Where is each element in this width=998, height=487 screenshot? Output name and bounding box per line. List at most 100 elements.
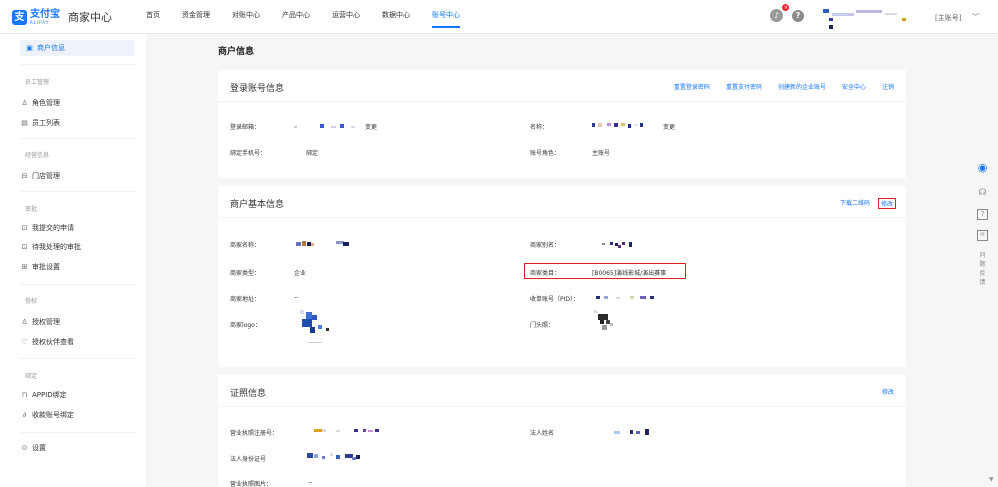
alipay-logo-mark: 支 xyxy=(12,9,27,25)
email-label: 登录邮箱： xyxy=(230,124,261,131)
sidebar-item-approval-settings[interactable]: ⊞ 审批设置 xyxy=(20,259,134,275)
phone-bind-link[interactable]: 绑定 xyxy=(306,148,318,157)
merchant-alias-label: 商家别名： xyxy=(530,242,561,249)
cancel-account-link[interactable]: 注销 xyxy=(882,82,894,91)
card-actions: 修改 xyxy=(866,387,894,396)
phone-label: 绑定手机号： xyxy=(230,150,267,157)
sidebar-item-payee-binding[interactable]: ∂ 收款账号绑定 xyxy=(20,407,134,423)
door-photo-label: 门头照： xyxy=(530,322,555,329)
notification-bell-icon[interactable]: ♪ 9 xyxy=(770,4,789,22)
merchant-basic-info-card: 商户基本信息 下载二维码 修改 商家名称： 商家别名： 商家类型： 企业 商家类… xyxy=(218,186,906,367)
nav-funds[interactable]: 资金管理 xyxy=(182,0,210,34)
sidebar-item-label: 待我处理的审批 xyxy=(32,243,81,251)
merchant-name-label: 商家名称： xyxy=(230,242,261,249)
sidebar-item-stores[interactable]: ⊟ 门店管理 xyxy=(20,168,134,184)
nav-operations[interactable]: 运营中心 xyxy=(332,0,360,34)
card-actions: 重置登录密码 重置支付密码 创建新的企业账号 安全中心 注销 xyxy=(658,82,894,91)
sidebar-item-label: 角色管理 xyxy=(32,99,60,107)
sidebar-item-settings[interactable]: ⊙ 设置 xyxy=(20,440,134,456)
sidebar-group-binding: 绑定 xyxy=(25,373,38,380)
nav-products[interactable]: 产品中心 xyxy=(282,0,310,34)
license-image-value: -- xyxy=(308,479,313,486)
sidebar-item-label: APPID绑定 xyxy=(32,391,67,399)
email-change-link[interactable]: 变更 xyxy=(365,122,377,131)
sidebar-item-roles[interactable]: ♙ 角色管理 xyxy=(20,95,134,111)
sidebar-item-label: 授权伙伴查看 xyxy=(32,338,74,346)
role-value: 主账号 xyxy=(592,150,611,157)
sidebar-item-partners[interactable]: ♡ 授权伙伴查看 xyxy=(20,334,134,350)
sidebar-item-merchant-info[interactable]: ▣ 商户信息 xyxy=(20,40,134,56)
edit-license-link[interactable]: 修改 xyxy=(882,387,894,396)
role-label: 账号角色： xyxy=(530,150,561,157)
merchant-logo-label: 商家logo： xyxy=(230,322,261,329)
card-title: 证照信息 xyxy=(230,389,267,399)
sidebar-group-staff: 员工管理 xyxy=(25,79,50,86)
nav-data[interactable]: 数据中心 xyxy=(382,0,410,34)
reset-login-password-link[interactable]: 重置登录密码 xyxy=(674,82,710,91)
sidebar-group-authorization: 授权 xyxy=(25,298,38,305)
card-header: 商户基本信息 下载二维码 修改 xyxy=(218,186,906,218)
nav-reconcile[interactable]: 对账中心 xyxy=(232,0,260,34)
alipay-logo[interactable]: 支 支付宝 ALIPAY 商家中心 xyxy=(12,9,112,25)
business-reg-number-label: 营业执照注册号： xyxy=(230,430,279,437)
card-header: 证照信息 修改 xyxy=(218,375,906,407)
merchant-type-value: 企业 xyxy=(294,270,307,277)
sidebar-item-label: 商户信息 xyxy=(37,44,65,52)
question-box-icon[interactable]: ? xyxy=(977,209,988,220)
header-icons: ♪ 9 ? xyxy=(770,4,804,22)
sidebar-item-staff-list[interactable]: ▤ 员工列表 xyxy=(20,115,134,131)
edit-basic-info-link[interactable]: 修改 xyxy=(877,198,896,209)
merchant-category-value: [B0065]演线影城/演出赛事 xyxy=(592,270,667,277)
legal-id-number-label: 法人身份证号 xyxy=(230,456,267,463)
logo-en: ALIPAY xyxy=(30,19,50,25)
name-change-link[interactable]: 变更 xyxy=(663,122,675,131)
download-qrcode-link[interactable]: 下载二维码 xyxy=(840,198,870,209)
user-icon: ♙ xyxy=(21,318,28,326)
account-role-label[interactable]: [主账号] xyxy=(935,13,961,23)
sidebar-group-business: 经营信息 xyxy=(25,152,50,159)
chevron-down-icon[interactable]: ﹀ xyxy=(972,12,979,22)
sidebar-item-appid[interactable]: ⊓ APPID绑定 xyxy=(20,387,134,403)
reset-pay-password-link[interactable]: 重置支付密码 xyxy=(726,82,762,91)
list-icon: ▤ xyxy=(21,119,28,127)
lock-icon: ⊓ xyxy=(21,391,28,399)
heart-icon: ♡ xyxy=(21,338,28,346)
divider xyxy=(20,138,135,139)
sidebar-item-pending-approvals[interactable]: ⊡ 待我处理的审批 xyxy=(20,239,134,255)
page-title: 商户信息 xyxy=(218,47,255,57)
security-center-link[interactable]: 安全中心 xyxy=(842,82,866,91)
alipay-logo-text: 支付宝 ALIPAY xyxy=(30,8,60,25)
nav-home[interactable]: 首页 xyxy=(146,0,160,34)
card-header: 登录账号信息 重置登录密码 重置支付密码 创建新的企业账号 安全中心 注销 xyxy=(218,70,906,102)
divider xyxy=(20,358,135,359)
logo-cn: 支付宝 xyxy=(30,8,60,20)
divider xyxy=(20,64,135,65)
sidebar-item-label: 授权管理 xyxy=(32,318,60,326)
legal-name-label: 法人姓名 xyxy=(530,430,555,437)
mail-icon[interactable]: ✉ xyxy=(977,230,988,241)
id-card-icon: ▣ xyxy=(26,44,33,52)
card-title: 登录账号信息 xyxy=(230,84,285,94)
sidebar-item-label: 我提交的申请 xyxy=(32,224,74,232)
nav-account[interactable]: 账号中心 xyxy=(432,0,460,34)
sidebar-item-auth-manage[interactable]: ♙ 授权管理 xyxy=(20,314,134,330)
sidebar-item-my-requests[interactable]: ⊡ 我提交的申请 xyxy=(20,220,134,236)
sidebar-item-label: 收款账号绑定 xyxy=(32,411,74,419)
divider xyxy=(20,432,135,433)
create-enterprise-account-link[interactable]: 创建新的企业账号 xyxy=(778,82,826,91)
scroll-down-arrow-icon[interactable]: ▼ xyxy=(989,476,994,483)
sidebar: ▣ 商户信息 员工管理 ♙ 角色管理 ▤ 员工列表 经营信息 ⊟ 门店管理 审批 ⊡ 我提… xyxy=(0,34,146,487)
merchant-address-value: -- xyxy=(294,294,299,301)
assistant-robot-icon[interactable]: ◉ xyxy=(977,162,988,178)
sidebar-item-label: 门店管理 xyxy=(32,172,60,180)
top-header: 支 支付宝 ALIPAY 商家中心 首页 资金管理 对账中心 产品中心 运营中心… xyxy=(0,0,998,34)
sidebar-item-label: 审批设置 xyxy=(32,263,60,271)
store-icon: ⊟ xyxy=(21,172,28,180)
user-icon: ♙ xyxy=(21,99,28,107)
headset-icon[interactable]: ☊ xyxy=(977,188,988,199)
license-info-card: 证照信息 修改 营业执照注册号： 法人姓名 法人身份证号 营业执照图片： -- xyxy=(218,375,906,487)
right-floating-toolbar: ◉ ☊ ? ✉ 问题反馈 xyxy=(970,162,995,287)
main-nav: 首页 资金管理 对账中心 产品中心 运营中心 数据中心 账号中心 xyxy=(146,0,482,34)
help-icon[interactable]: ? xyxy=(792,9,804,22)
feedback-button[interactable]: 问题反馈 xyxy=(979,251,987,287)
